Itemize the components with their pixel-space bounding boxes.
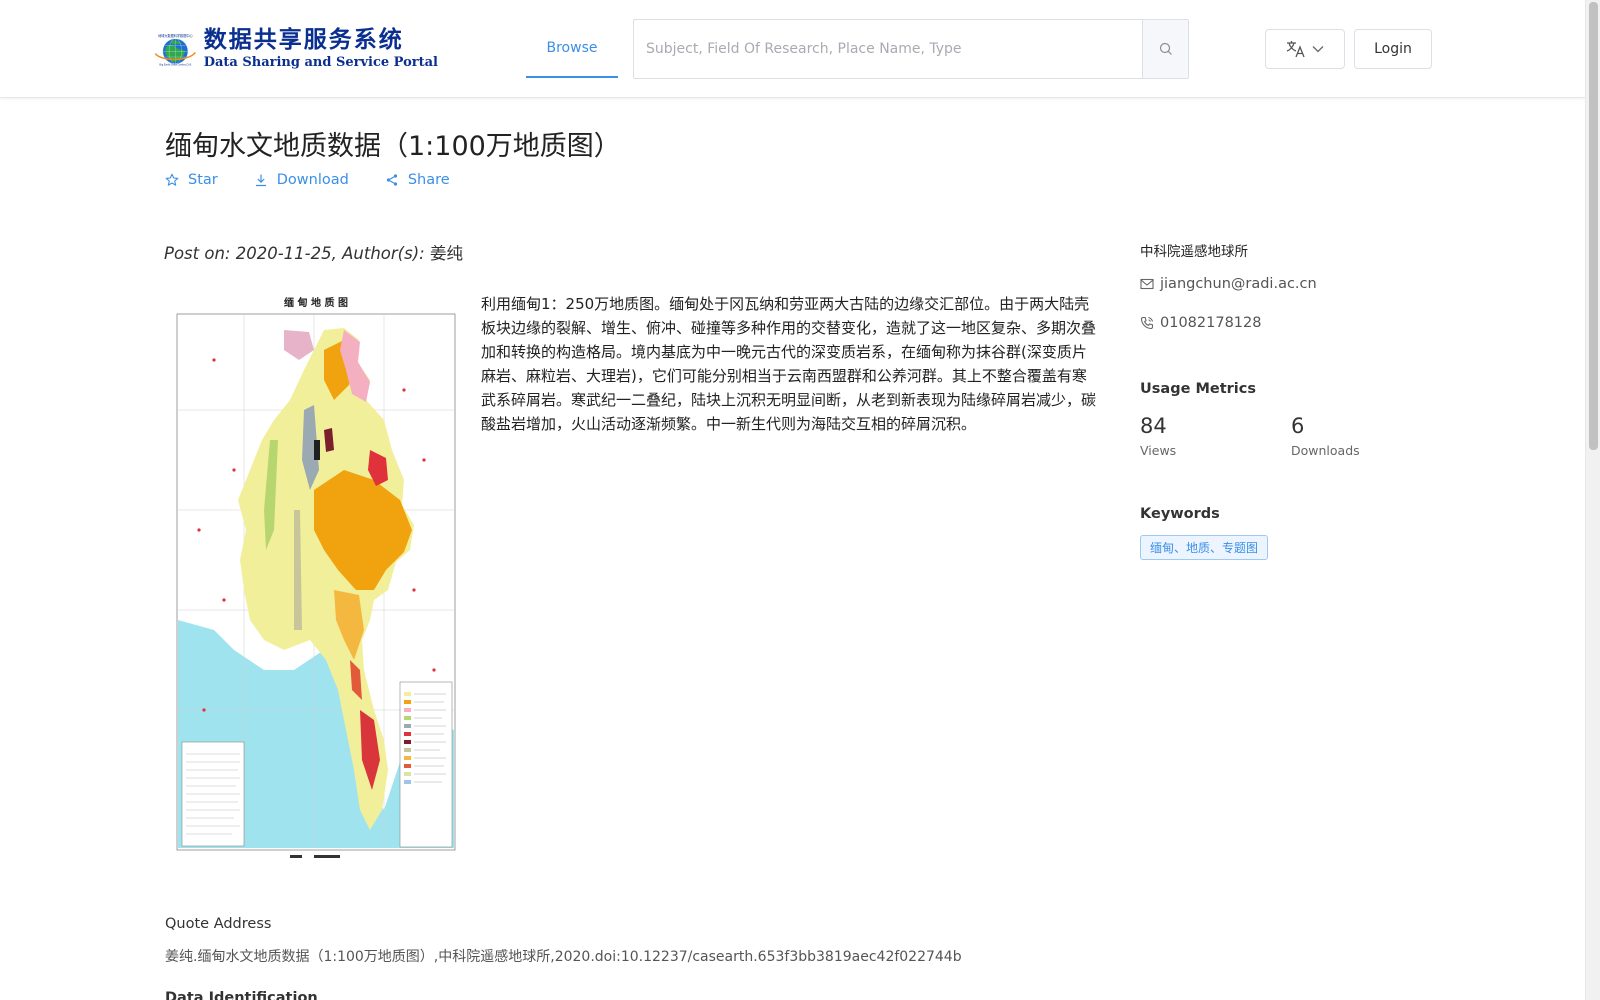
post-meta: Post on: 2020-11-25, Author(s): 姜纯 xyxy=(164,240,463,264)
views-count: 84 xyxy=(1140,414,1167,438)
views-label: Views xyxy=(1140,443,1177,458)
search-input[interactable] xyxy=(634,20,1142,78)
keyword-tag[interactable]: 缅甸、地质、专题图 xyxy=(1140,535,1269,560)
star-label: Star xyxy=(188,172,218,188)
globe-logo-icon: 地球大数据科学数据中心 Big Earth Data Center,CAS xyxy=(154,33,196,67)
logo-arc-text: 地球大数据科学数据中心 xyxy=(158,33,193,38)
download-label: Download xyxy=(276,172,349,188)
quote-address-text: 姜纯.缅甸水文地质数据（1:100万地质图）,中科院遥感地球所,2020.doi… xyxy=(165,949,962,965)
logo-sub-text: Big Earth Data Center,CAS xyxy=(159,64,191,67)
star-button[interactable]: Star xyxy=(165,172,218,188)
share-label: Share xyxy=(407,172,450,188)
phone-text: 01082178128 xyxy=(1160,315,1262,331)
login-button[interactable]: Login xyxy=(1354,29,1432,69)
dataset-description: 利用缅甸1：250万地质图。缅甸处于冈瓦纳和劳亚两大古陆的边缘交汇部位。由于两大… xyxy=(481,295,1097,433)
logo-english-name: Data Sharing and Service Portal xyxy=(203,55,438,70)
nav-browse-tab[interactable]: Browse xyxy=(526,20,618,78)
scrollbar-thumb[interactable] xyxy=(1589,2,1598,450)
downloads-count: 6 xyxy=(1291,414,1305,438)
search-button[interactable] xyxy=(1142,20,1188,78)
star-icon xyxy=(165,173,179,186)
page-scrollbar[interactable] xyxy=(1585,0,1600,1000)
dataset-actions: Star Download Share xyxy=(165,172,450,188)
post-date: 2020-11-25, xyxy=(235,244,337,263)
mail-icon xyxy=(1140,278,1154,290)
email-text: jiangchun@radi.ac.cn xyxy=(1160,276,1317,292)
share-button[interactable]: Share xyxy=(385,172,450,188)
language-selector[interactable] xyxy=(1265,29,1345,69)
translate-icon xyxy=(1286,41,1305,58)
geology-map-thumbnail[interactable]: 缅 甸 地 质 图 xyxy=(174,290,458,870)
keywords-heading: Keywords xyxy=(1140,506,1220,522)
downloads-metric: 6 Downloads xyxy=(1291,413,1360,458)
phone-icon xyxy=(1140,316,1154,330)
author-name: 姜纯 xyxy=(429,244,463,263)
contact-phone[interactable]: 01082178128 xyxy=(1140,315,1261,331)
download-button[interactable]: Download xyxy=(254,172,349,188)
organization-name: 中科院遥感地球所 xyxy=(1140,244,1248,260)
logo-text: 数据共享服务系统 Data Sharing and Service Portal xyxy=(204,26,438,72)
top-header: 地球大数据科学数据中心 Big Earth Data Center,CAS 数据… xyxy=(0,0,1585,98)
geology-map-image: 缅 甸 地 质 图 xyxy=(174,290,458,870)
downloads-label: Downloads xyxy=(1291,443,1360,458)
views-metric: 84 Views xyxy=(1140,413,1176,458)
dataset-title: 缅甸水文地质数据（1:100万地质图） xyxy=(165,131,621,162)
map-title: 缅 甸 地 质 图 xyxy=(284,296,348,309)
quote-address-heading: Quote Address xyxy=(165,916,272,932)
author-label: Author(s): xyxy=(342,244,425,263)
site-logo[interactable]: 地球大数据科学数据中心 Big Earth Data Center,CAS 数据… xyxy=(153,18,438,80)
search-icon xyxy=(1159,42,1172,55)
logo-chinese-name: 数据共享服务系统 xyxy=(203,27,404,53)
contact-email[interactable]: jiangchun@radi.ac.cn xyxy=(1140,276,1317,292)
share-icon xyxy=(386,174,397,186)
chevron-down-icon xyxy=(1312,46,1324,53)
data-identification-heading: Data Identification xyxy=(165,990,318,1000)
search-bar xyxy=(633,19,1189,79)
post-on-label: Post on: xyxy=(164,244,231,263)
usage-metrics-heading: Usage Metrics xyxy=(1140,381,1256,397)
download-icon xyxy=(255,174,266,187)
